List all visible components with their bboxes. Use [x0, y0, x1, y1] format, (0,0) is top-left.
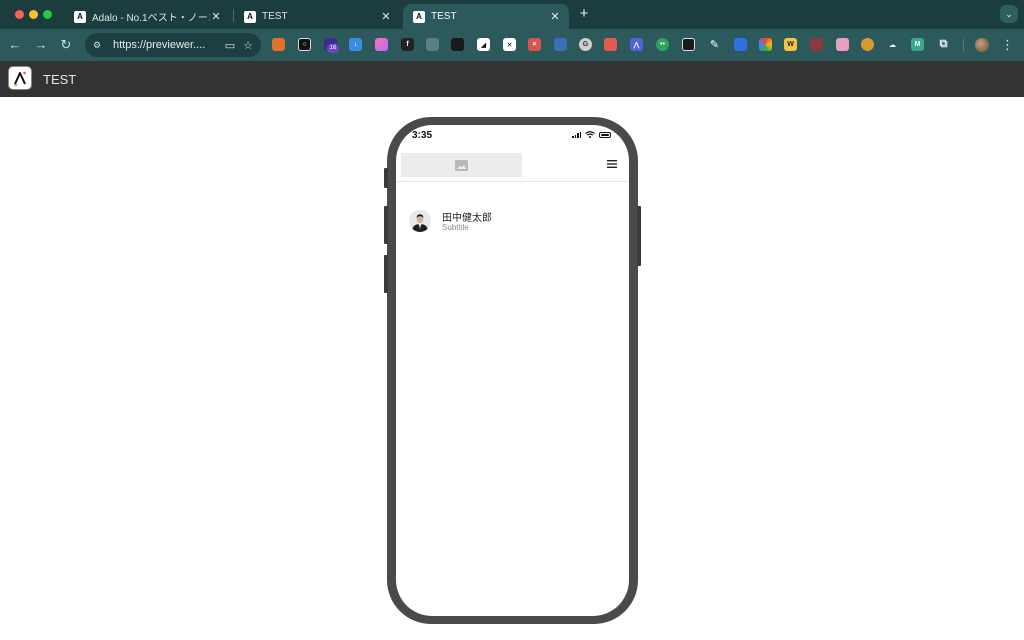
graph-extension-icon[interactable]: ⋀	[630, 38, 643, 51]
more-menu-button[interactable]: ⋮	[1001, 36, 1014, 54]
tab-test-1[interactable]: A TEST ✕	[234, 4, 400, 29]
puzzle-extensions-icon[interactable]: ⧉	[937, 38, 950, 51]
extension-count-badge: 16	[327, 44, 339, 53]
cast-icon[interactable]: ▭	[225, 39, 235, 52]
window-extension-icon[interactable]	[554, 38, 567, 51]
profile-avatar[interactable]	[975, 38, 989, 52]
phone-screen: 3:35 田中健太郎 Subtitle	[396, 125, 629, 616]
color-wheel-extension-icon[interactable]	[759, 38, 772, 51]
minimize-window-button[interactable]	[29, 10, 38, 19]
tab-close-button[interactable]: ✕	[549, 10, 561, 23]
grammar-extension-icon[interactable]: G	[579, 38, 592, 51]
cloud-extension-icon[interactable]: ☁	[886, 38, 899, 51]
close-window-button[interactable]	[15, 10, 24, 19]
shield-extension-icon[interactable]	[734, 38, 747, 51]
phone-volume-down	[384, 255, 388, 293]
tag-extension-icon[interactable]: ◢	[477, 38, 490, 51]
forward-button[interactable]: →	[32, 36, 50, 54]
app-name: TEST	[43, 72, 77, 87]
url-text[interactable]: https://previewer....	[113, 39, 217, 51]
stamp-extension-icon[interactable]	[810, 38, 823, 51]
list-item-title: 田中健太郎	[442, 213, 492, 224]
address-bar[interactable]: ⚙ https://previewer.... ▭ ☆	[85, 33, 261, 57]
font-extension-icon[interactable]: f	[401, 38, 414, 51]
person-avatar-icon	[409, 210, 431, 232]
tab-test-2-active[interactable]: A TEST ✕	[403, 4, 569, 29]
adalo-favicon-icon: A	[413, 10, 425, 23]
m-extension-icon[interactable]: M	[911, 38, 924, 51]
tab-title: TEST	[431, 11, 457, 22]
phone-power-button	[637, 206, 641, 266]
window-pink-extension-icon[interactable]	[836, 38, 849, 51]
preview-header: TEST	[0, 61, 1024, 97]
adalo-favicon-icon: A	[74, 10, 86, 23]
adalo-favicon-icon: A	[244, 10, 256, 23]
adalo-logo-icon	[14, 71, 26, 86]
phone-volume-up	[384, 206, 388, 244]
back-button[interactable]: ←	[6, 36, 24, 54]
app-top-bar	[396, 150, 629, 182]
tab-close-button[interactable]: ✕	[210, 10, 222, 23]
reload-button[interactable]: ↻	[57, 36, 75, 54]
block-extension-icon[interactable]: ×	[528, 38, 541, 51]
bookmark-star-icon[interactable]: ☆	[243, 39, 253, 52]
list-item-subtitle: Subtitle	[442, 223, 469, 232]
x-extension-icon[interactable]: ✕	[503, 38, 516, 51]
circle-extension-icon[interactable]: ○	[298, 38, 311, 51]
download-extension-icon[interactable]: ↓	[349, 38, 362, 51]
phone-mute-switch	[384, 168, 388, 188]
fullscreen-window-button[interactable]	[43, 10, 52, 19]
cellular-signal-icon	[572, 131, 581, 138]
avatar	[409, 210, 431, 232]
site-settings-icon[interactable]: ⚙	[93, 40, 107, 51]
tab-strip: A Adalo - No.1ベスト・ノーコード ✕ A TEST ✕ A TES…	[0, 0, 1024, 29]
tab-title: Adalo - No.1ベスト・ノーコード	[92, 13, 210, 24]
hamburger-menu-icon[interactable]	[607, 159, 617, 169]
fox-extension-icon[interactable]	[272, 38, 285, 51]
list-item[interactable]: 田中健太郎 Subtitle	[396, 203, 629, 243]
toolbar-divider	[963, 39, 964, 52]
wifi-icon	[585, 131, 595, 138]
new-tab-button[interactable]: +	[576, 6, 592, 22]
eyedropper-extension-icon[interactable]: ✎	[708, 38, 721, 51]
status-time: 3:35	[412, 130, 433, 141]
tab-search-button[interactable]: ⌄	[1000, 5, 1018, 23]
tab-close-button[interactable]: ✕	[380, 10, 392, 23]
adalo-logo	[8, 66, 32, 90]
dark-extension-icon[interactable]	[451, 38, 464, 51]
microphone-extension-icon[interactable]	[426, 38, 439, 51]
tab-adalo[interactable]: A Adalo - No.1ベスト・ノーコード ✕	[64, 4, 230, 29]
chat-extension-icon[interactable]: ••	[656, 38, 669, 51]
image-placeholder-icon	[455, 159, 468, 171]
w-extension-icon[interactable]: W	[784, 38, 797, 51]
tab-title: TEST	[262, 11, 288, 22]
reader-extension-icon[interactable]	[682, 38, 695, 51]
status-icons	[572, 131, 611, 138]
browser-toolbar: ← → ↻ ⚙ https://previewer.... ▭ ☆ ○ 16 ↓…	[0, 29, 1024, 61]
logo-image-placeholder	[401, 153, 522, 177]
battery-icon	[599, 131, 611, 138]
cookie-extension-icon[interactable]	[861, 38, 874, 51]
gradient-extension-icon[interactable]	[375, 38, 388, 51]
bookmark-extension-icon[interactable]	[604, 38, 617, 51]
